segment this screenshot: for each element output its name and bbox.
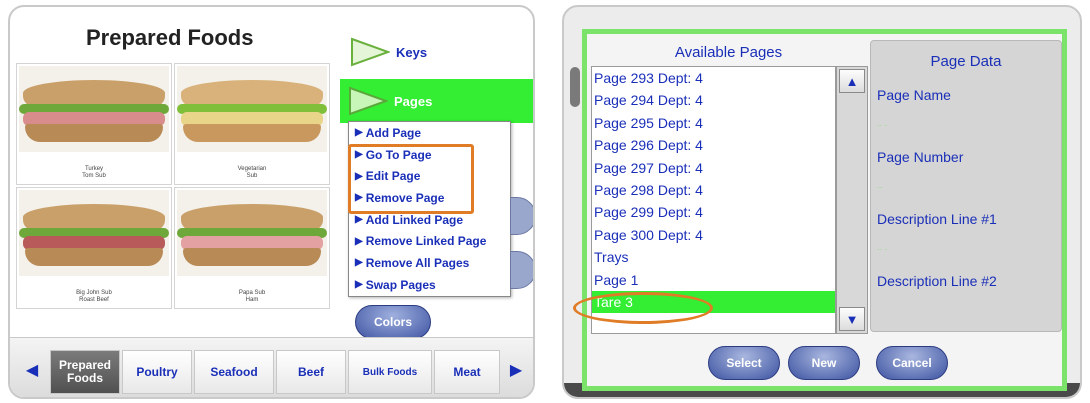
- keys-label: Keys: [396, 44, 428, 60]
- tab-meat[interactable]: Meat: [434, 350, 500, 394]
- menu-item-swap-pages[interactable]: ▶ Swap Pages: [349, 274, 510, 296]
- scroll-right-arrow-icon[interactable]: ▶: [502, 354, 530, 386]
- page-number-label: Page Number: [877, 149, 964, 165]
- play-arrow-icon: ▶: [355, 279, 363, 291]
- list-item[interactable]: Page 1: [592, 269, 835, 291]
- list-item[interactable]: Page 300 Dept: 4: [592, 224, 835, 246]
- new-button[interactable]: New: [788, 346, 860, 380]
- list-item[interactable]: Page 295 Dept: 4: [592, 112, 835, 134]
- tile-caption: Big John Sub Roast Beef: [76, 290, 112, 303]
- hidden-side-button[interactable]: [510, 251, 533, 289]
- scroll-down-arrow-icon[interactable]: ▼: [839, 307, 865, 331]
- page-number-value: ··: [877, 183, 883, 192]
- highlight-oval: [573, 292, 713, 324]
- category-tab-bar: ◀ Prepared Foods Poultry Seafood Beef Bu…: [10, 337, 533, 397]
- tab-beef[interactable]: Beef: [276, 350, 346, 394]
- background-element: [570, 67, 580, 107]
- available-pages-title: Available Pages: [674, 44, 783, 61]
- menu-item-add-page[interactable]: ▶ Add Page: [349, 122, 510, 144]
- tab-seafood[interactable]: Seafood: [194, 350, 274, 394]
- list-scrollbar[interactable]: ▲ ▼: [836, 66, 868, 334]
- pages-label: Pages: [394, 93, 433, 109]
- menu-item-remove-linked-page[interactable]: ▶ Remove Linked Page: [349, 230, 510, 252]
- list-item[interactable]: Page 296 Dept: 4: [592, 134, 835, 156]
- play-arrow-icon: ▶: [355, 214, 363, 226]
- item-tile-turkey-sub[interactable]: Turkey Tom Sub: [16, 63, 172, 185]
- page-title: Prepared Foods: [86, 25, 254, 50]
- triangle-arrow-icon: [350, 37, 391, 67]
- list-item[interactable]: Page 293 Dept: 4: [592, 67, 835, 89]
- sandwich-image: [177, 66, 327, 152]
- list-item[interactable]: Page 298 Dept: 4: [592, 179, 835, 201]
- cancel-button[interactable]: Cancel: [876, 346, 948, 380]
- sandwich-image: [177, 190, 327, 276]
- item-tile-papa-sub[interactable]: Papa Sub Ham: [174, 187, 330, 309]
- highlight-box: [348, 144, 474, 214]
- tab-prepared-foods[interactable]: Prepared Foods: [50, 350, 120, 394]
- tab-poultry[interactable]: Poultry: [122, 350, 192, 394]
- list-item[interactable]: Page 297 Dept: 4: [592, 157, 835, 179]
- tile-caption: Papa Sub Ham: [238, 290, 266, 303]
- page-name-value: ·· ·: [877, 121, 888, 130]
- description-line-1-label: Description Line #1: [877, 211, 997, 227]
- scroll-up-arrow-icon[interactable]: ▲: [839, 69, 865, 93]
- colors-button[interactable]: Colors: [355, 305, 431, 339]
- list-item[interactable]: Page 299 Dept: 4: [592, 201, 835, 223]
- left-screen: Prepared Foods Turkey Tom Sub Vegetarian…: [8, 5, 535, 399]
- scroll-left-arrow-icon[interactable]: ◀: [18, 354, 46, 386]
- item-tile-vegetarian-sub[interactable]: Vegetarian Sub: [174, 63, 330, 185]
- hidden-side-button[interactable]: [510, 197, 533, 235]
- list-item[interactable]: Trays: [592, 246, 835, 268]
- keys-button[interactable]: Keys: [342, 29, 532, 75]
- select-button[interactable]: Select: [708, 346, 780, 380]
- available-pages-panel: Available Pages Page 293 Dept: 4 Page 29…: [573, 40, 868, 340]
- item-tile-big-john-sub[interactable]: Big John Sub Roast Beef: [16, 187, 172, 309]
- sandwich-image: [19, 66, 169, 152]
- page-select-dialog: Available Pages Page 293 Dept: 4 Page 29…: [573, 29, 1067, 391]
- page-name-label: Page Name: [877, 87, 951, 103]
- play-arrow-icon: ▶: [355, 257, 363, 269]
- page-data-title: Page Data: [930, 53, 1002, 70]
- menu-item-remove-all-pages[interactable]: ▶ Remove All Pages: [349, 252, 510, 274]
- description-line-2-label: Description Line #2: [877, 273, 997, 289]
- description-line-1-value: ·· ·: [877, 245, 888, 254]
- right-screen: Available Pages Page 293 Dept: 4 Page 29…: [562, 5, 1082, 399]
- pages-button[interactable]: Pages: [340, 79, 533, 123]
- tab-bulk-foods[interactable]: Bulk Foods: [348, 350, 432, 394]
- play-arrow-icon: ▶: [355, 235, 363, 247]
- tile-caption: Turkey Tom Sub: [82, 166, 106, 179]
- page-data-panel: Page Data Page Name ·· · Page Number ·· …: [870, 40, 1062, 332]
- triangle-arrow-icon: [348, 86, 389, 116]
- play-arrow-icon: ▶: [355, 127, 363, 139]
- list-item[interactable]: Page 294 Dept: 4: [592, 89, 835, 111]
- sandwich-image: [19, 190, 169, 276]
- tile-caption: Vegetarian Sub: [237, 166, 267, 179]
